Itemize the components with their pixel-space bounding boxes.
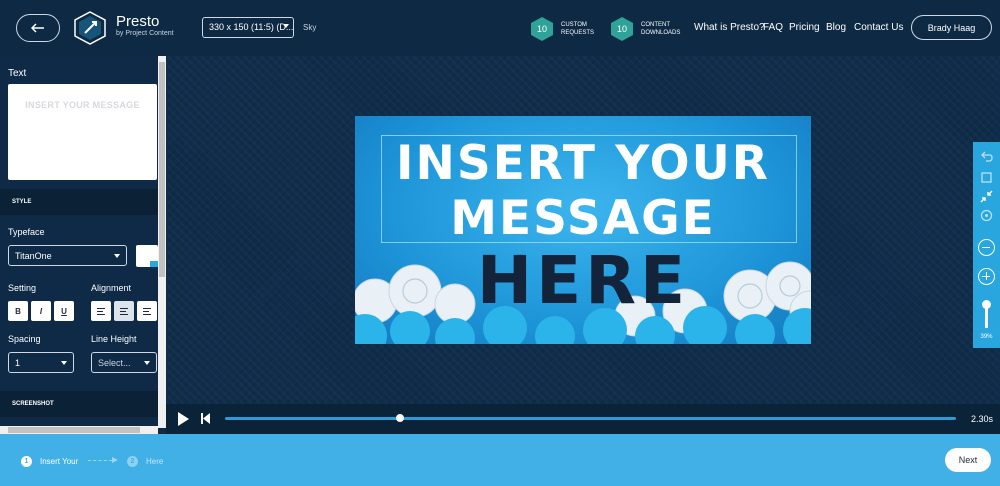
scrollbar-thumb[interactable] bbox=[8, 427, 140, 433]
custom-requests-badge: 10 bbox=[531, 17, 553, 41]
theme-label: Sky bbox=[303, 23, 317, 32]
spacing-value: 1 bbox=[15, 358, 21, 368]
text-color-picker[interactable] bbox=[136, 245, 158, 267]
scrollbar-thumb[interactable] bbox=[159, 62, 165, 277]
bold-button[interactable]: B bbox=[8, 301, 28, 321]
line-height-select[interactable]: Select... bbox=[91, 352, 157, 373]
chevron-down-icon bbox=[61, 361, 67, 365]
text-input-area[interactable]: INSERT YOUR MESSAGE bbox=[8, 84, 157, 180]
undo-icon[interactable] bbox=[979, 150, 994, 165]
zoom-slider-handle[interactable] bbox=[982, 300, 991, 310]
canvas-size-select[interactable]: 330 x 150 (11:5) (D... bbox=[202, 17, 294, 38]
alignment-label: Alignment bbox=[91, 283, 132, 293]
content-downloads-counter: 10 CONTENT DOWNLOADS bbox=[611, 17, 687, 41]
zoom-out-button[interactable] bbox=[978, 239, 995, 256]
panel-vertical-scrollbar[interactable] bbox=[158, 56, 166, 428]
nav-faq[interactable]: FAQ bbox=[763, 22, 783, 33]
canvas-toolrail: 39% bbox=[973, 142, 1000, 348]
nav-blog[interactable]: Blog bbox=[826, 22, 846, 33]
target-icon[interactable] bbox=[979, 208, 994, 223]
timeline-playbar: 2.30s bbox=[166, 404, 1000, 434]
spacing-select[interactable]: 1 bbox=[8, 352, 74, 373]
next-button[interactable]: Next bbox=[945, 448, 991, 472]
brand-name: Presto bbox=[116, 13, 160, 30]
align-right-icon bbox=[143, 307, 151, 315]
zoom-percent-label: 39% bbox=[980, 334, 993, 340]
editor-panel: Text INSERT YOUR MESSAGE STYLE Typeface … bbox=[0, 56, 166, 434]
step-footer: 1 Insert Your 2 Here Next bbox=[0, 434, 1000, 486]
align-right-button[interactable] bbox=[137, 301, 157, 321]
step-2-label: Here bbox=[146, 457, 164, 466]
step-1[interactable]: 1 Insert Your bbox=[21, 456, 78, 467]
screenshot-section-heading: SCREENSHOT bbox=[0, 391, 158, 417]
custom-requests-label: CUSTOM REQUESTS bbox=[561, 22, 595, 36]
panel-horizontal-scrollbar[interactable] bbox=[0, 426, 158, 434]
presto-logo-icon[interactable] bbox=[74, 11, 106, 45]
canvas-size-value: 330 x 150 (11:5) (D... bbox=[209, 22, 294, 32]
align-left-icon bbox=[97, 307, 105, 315]
back-button[interactable] bbox=[16, 14, 60, 42]
step-arrow-icon bbox=[88, 457, 118, 463]
nav-what-is-presto[interactable]: What is Presto? bbox=[694, 22, 765, 33]
content-downloads-label: CONTENT DOWNLOADS bbox=[641, 22, 681, 36]
banner-line-1[interactable]: INSERT YOUR bbox=[355, 136, 811, 191]
timeline-scrubber-handle[interactable] bbox=[396, 414, 405, 422]
banner-preview[interactable]: INSERT YOUR MESSAGE HERE bbox=[355, 116, 811, 344]
align-left-button[interactable] bbox=[91, 301, 111, 321]
crop-icon[interactable] bbox=[979, 170, 994, 185]
nav-pricing[interactable]: Pricing bbox=[789, 22, 820, 33]
arrow-left-icon bbox=[31, 23, 44, 33]
custom-requests-counter: 10 CUSTOM REQUESTS bbox=[531, 17, 607, 41]
chevron-down-icon bbox=[114, 254, 120, 258]
banner-line-2[interactable]: MESSAGE bbox=[355, 191, 811, 246]
line-height-placeholder: Select... bbox=[98, 358, 131, 368]
typeface-label: Typeface bbox=[8, 227, 45, 237]
text-section-label: Text bbox=[8, 68, 27, 79]
top-header: Presto by Project Content 330 x 150 (11:… bbox=[0, 0, 1000, 56]
italic-button[interactable]: I bbox=[31, 301, 51, 321]
color-dropdown-icon bbox=[150, 261, 158, 267]
zoom-in-button[interactable] bbox=[978, 268, 995, 285]
underline-button[interactable]: U bbox=[54, 301, 74, 321]
rewind-icon[interactable] bbox=[201, 413, 210, 424]
chevron-down-icon bbox=[283, 24, 289, 28]
text-preview-content: INSERT YOUR MESSAGE bbox=[25, 100, 140, 110]
chevron-down-icon bbox=[144, 361, 150, 365]
setting-buttons: B I U bbox=[8, 301, 77, 321]
step-2-number: 2 bbox=[127, 456, 138, 467]
timeline-track[interactable] bbox=[225, 417, 956, 420]
step-1-label: Insert Your bbox=[40, 457, 79, 466]
line-height-label: Line Height bbox=[91, 334, 137, 344]
align-center-button[interactable] bbox=[114, 301, 134, 321]
banner-line-3[interactable]: HERE bbox=[355, 242, 811, 319]
spacing-label: Spacing bbox=[8, 334, 41, 344]
step-1-number: 1 bbox=[21, 456, 32, 467]
step-2[interactable]: 2 Here bbox=[127, 456, 163, 467]
play-icon[interactable] bbox=[178, 412, 189, 426]
compress-icon[interactable] bbox=[979, 189, 994, 204]
timeline-time: 2.30s bbox=[971, 414, 994, 424]
typeface-value: TitanOne bbox=[15, 251, 52, 261]
alignment-buttons bbox=[91, 301, 160, 321]
typeface-select[interactable]: TitanOne bbox=[8, 245, 127, 266]
brand-subtitle: by Project Content bbox=[116, 30, 174, 37]
setting-label: Setting bbox=[8, 283, 37, 293]
style-section-heading: STYLE bbox=[0, 189, 158, 215]
user-menu-button[interactable]: Brady Haag bbox=[911, 15, 992, 40]
content-downloads-badge: 10 bbox=[611, 17, 633, 41]
nav-contact-us[interactable]: Contact Us bbox=[854, 22, 903, 33]
align-center-icon bbox=[120, 307, 128, 315]
